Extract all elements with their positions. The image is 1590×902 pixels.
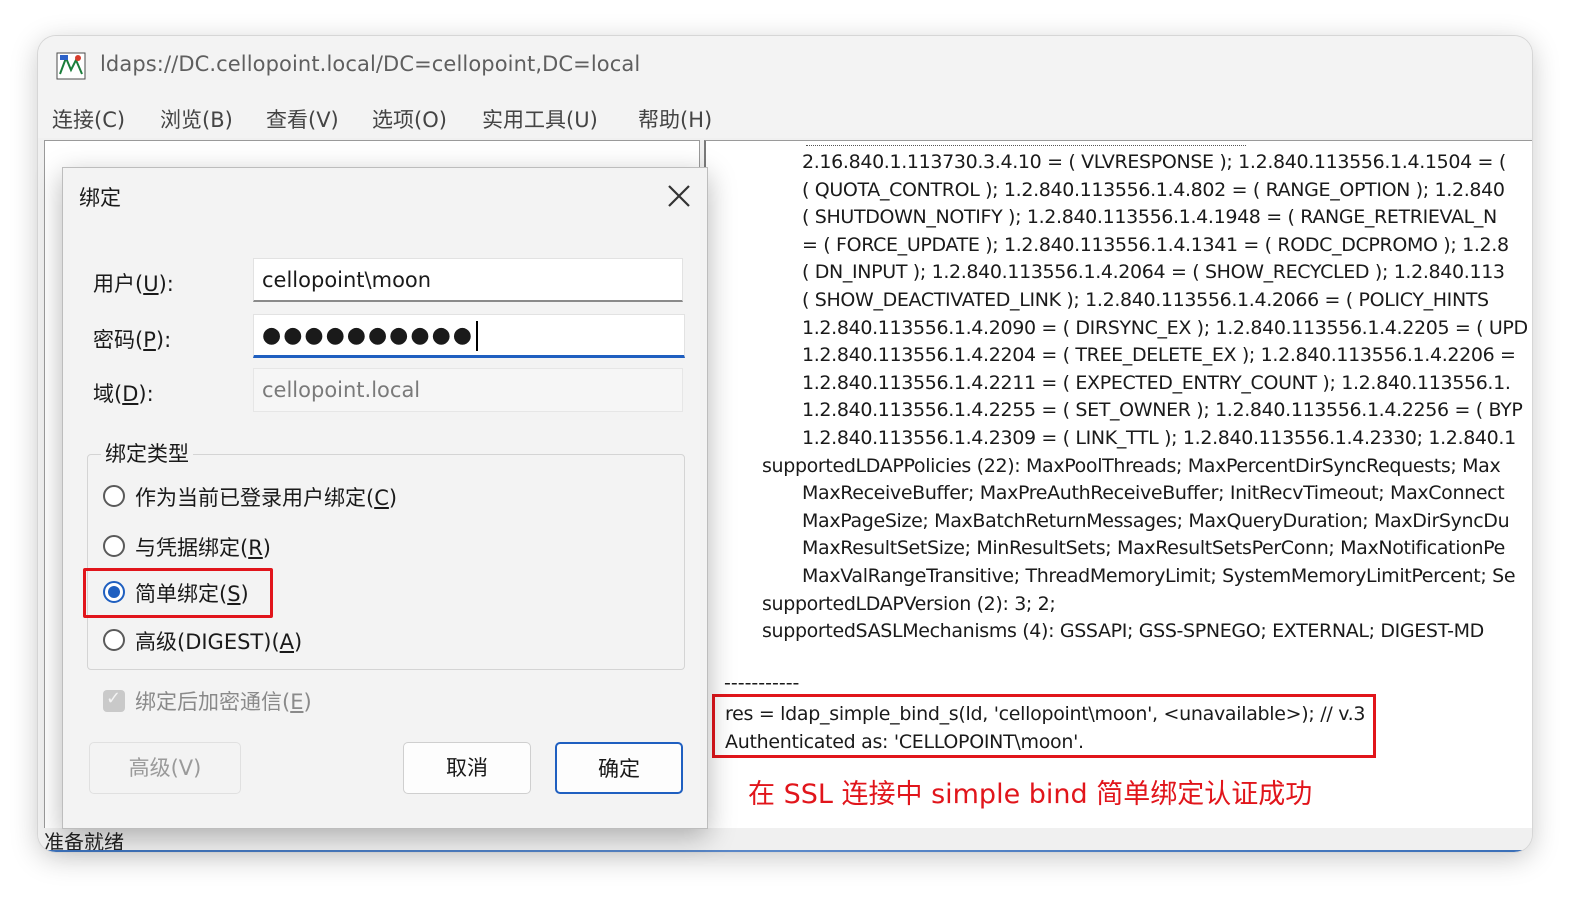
user-label: 用户(U):	[93, 272, 174, 296]
menu-options[interactable]: 选项(O)	[368, 102, 451, 136]
log-line: MaxReceiveBuffer; MaxPreAuthReceiveBuffe…	[802, 482, 1505, 504]
text-caret	[475, 321, 478, 351]
password-label: 密码(P):	[93, 328, 172, 352]
ok-button[interactable]: 确定	[555, 742, 683, 794]
status-bar: 准备就绪	[38, 828, 1532, 852]
advanced-button: 高级(V)	[89, 742, 241, 794]
log-line: 1.2.840.113556.1.4.2204 = ( TREE_DELETE_…	[802, 344, 1516, 366]
log-line: ( DN_INPUT ); 1.2.840.113556.1.4.2064 = …	[802, 261, 1505, 283]
bind-type-legend: 绑定类型	[101, 438, 193, 468]
radio-button[interactable]	[103, 535, 125, 557]
log-line: 1.2.840.113556.1.4.2255 = ( SET_OWNER );…	[802, 399, 1523, 421]
encrypt-checkbox	[103, 688, 125, 712]
window-title: ldaps://DC.cellopoint.local/DC=cellopoin…	[100, 52, 641, 76]
menu-utilities[interactable]: 实用工具(U)	[478, 102, 602, 136]
log-line: supportedLDAPPolicies (22): MaxPoolThrea…	[762, 455, 1501, 477]
log-line: 2.16.840.1.113730.3.4.10 = ( VLVRESPONSE…	[802, 151, 1506, 173]
password-mask: ●●●●●●●●●●	[262, 323, 474, 348]
bind-dialog: 绑定 用户(U): cellopoint\moon 密码(P): ●●●●●●●…	[62, 167, 708, 829]
log-line: supportedSASLMechanisms (4): GSSAPI; GSS…	[762, 620, 1484, 642]
bind-call-line: res = ldap_simple_bind_s(ld, 'cellopoint…	[725, 703, 1366, 725]
log-line: 1.2.840.113556.1.4.2090 = ( DIRSYNC_EX )…	[802, 317, 1528, 339]
log-line: ( SHOW_DEACTIVATED_LINK ); 1.2.840.11355…	[802, 289, 1489, 311]
domain-input: cellopoint.local	[253, 368, 683, 412]
log-line: MaxPageSize; MaxBatchReturnMessages; Max…	[802, 510, 1510, 532]
log-line: MaxValRangeTransitive; ThreadMemoryLimit…	[802, 565, 1516, 587]
log-line: supportedLDAPVersion (2): 3; 2;	[762, 593, 1056, 615]
log-line: 1.2.840.113556.1.4.2309 = ( LINK_TTL ); …	[802, 427, 1516, 449]
cancel-button[interactable]: 取消	[403, 742, 531, 794]
log-line: = ( FORCE_UPDATE ); 1.2.840.113556.1.4.1…	[802, 234, 1509, 256]
domain-label: 域(D):	[93, 382, 154, 406]
radio-button[interactable]	[103, 629, 125, 651]
log-separator: -----------	[724, 672, 800, 694]
menu-bar: 连接(C) 浏览(B) 查看(V) 选项(O) 实用工具(U) 帮助(H)	[38, 96, 1532, 138]
menu-view[interactable]: 查看(V)	[262, 102, 343, 136]
radio-button[interactable]	[103, 485, 125, 507]
cut-off-line	[806, 141, 1246, 146]
log-line: ( QUOTA_CONTROL ); 1.2.840.113556.1.4.80…	[802, 179, 1505, 201]
status-text: 准备就绪	[44, 830, 124, 852]
success-annotation: 在 SSL 连接中 simple bind 简单绑定认证成功	[744, 772, 1317, 811]
log-line: 1.2.840.113556.1.4.2211 = ( EXPECTED_ENT…	[802, 372, 1511, 394]
auth-result-line: Authenticated as: 'CELLOPOINT\moon'.	[725, 731, 1084, 753]
dialog-title: 绑定	[79, 186, 121, 210]
menu-connection[interactable]: 连接(C)	[48, 102, 129, 136]
menu-help[interactable]: 帮助(H)	[634, 102, 716, 136]
title-bar: ldaps://DC.cellopoint.local/DC=cellopoin…	[38, 36, 1532, 96]
taskbar-strip	[38, 850, 1532, 852]
log-line: MaxResultSetSize; MinResultSets; MaxResu…	[802, 537, 1505, 559]
password-input[interactable]: ●●●●●●●●●●	[253, 314, 685, 358]
bind-result-highlight: res = ldap_simple_bind_s(ld, 'cellopoint…	[712, 694, 1376, 758]
user-input[interactable]: cellopoint\moon	[253, 258, 683, 302]
log-line: ( SHUTDOWN_NOTIFY ); 1.2.840.113556.1.4.…	[802, 206, 1497, 228]
close-icon[interactable]	[661, 178, 697, 214]
ldp-app-icon	[56, 52, 86, 80]
simple-bind-highlight	[83, 568, 273, 618]
menu-browse[interactable]: 浏览(B)	[156, 102, 237, 136]
